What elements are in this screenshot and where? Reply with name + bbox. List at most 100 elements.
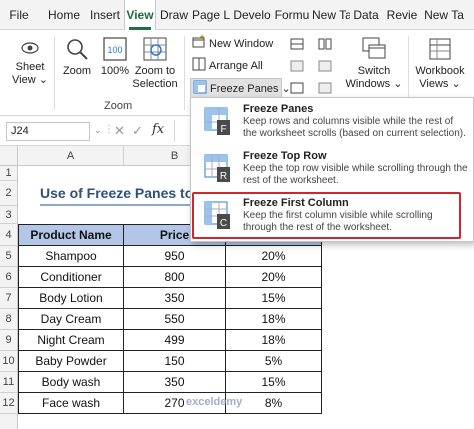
select-all-corner[interactable]: [0, 146, 18, 166]
row-header[interactable]: 9: [0, 330, 18, 351]
name-box[interactable]: J24: [6, 122, 90, 141]
discount-cell[interactable]: 15%: [226, 288, 322, 309]
highlight-box: [192, 192, 461, 239]
product-name-cell[interactable]: Night Cream: [18, 330, 124, 351]
menu-item-freeze-top-row[interactable]: R Freeze Top Row Keep the top row visibl…: [191, 147, 473, 191]
zoom-100-button[interactable]: 100 100%: [100, 36, 130, 78]
price-cell[interactable]: 499: [124, 330, 226, 351]
tab-draw[interactable]: Draw: [158, 0, 190, 30]
row-header[interactable]: 6: [0, 267, 18, 288]
switch-windows-button[interactable]: Switch Windows ⌄: [344, 36, 404, 91]
discount-cell[interactable]: 5%: [226, 351, 322, 372]
discount-cell[interactable]: 15%: [226, 372, 322, 393]
column-header-a[interactable]: A: [18, 146, 124, 166]
product-name-cell[interactable]: Body wash: [18, 372, 124, 393]
workbook-views-icon: [429, 38, 451, 60]
zoom-group-label: Zoom: [104, 100, 133, 112]
zoom-selection-label-2: Selection: [132, 78, 178, 90]
freeze-top-row-icon: R: [204, 154, 230, 182]
unhide-icon[interactable]: [290, 82, 304, 94]
name-box-dropdown-icon[interactable]: ⌄: [94, 125, 102, 137]
new-window-label: New Window: [209, 38, 274, 50]
row-header[interactable]: 1: [0, 166, 18, 181]
zoom-label: Zoom: [62, 65, 92, 77]
row-header[interactable]: 5: [0, 246, 18, 267]
tab-data[interactable]: Data: [352, 0, 380, 30]
product-name-cell[interactable]: Shampoo: [18, 246, 124, 267]
row-header[interactable]: 7: [0, 288, 18, 309]
tab-page-layout[interactable]: Page L: [192, 0, 230, 30]
hide-icon[interactable]: [290, 60, 304, 72]
arrange-all-button[interactable]: Arrange All: [192, 56, 263, 76]
freeze-panes-icon: [193, 80, 207, 94]
eye-icon: [21, 42, 39, 54]
tab-new-tab-1[interactable]: New Ta: [312, 0, 350, 30]
watermark-logo: exceldemy: [186, 396, 243, 408]
reset-window-position-icon[interactable]: [318, 82, 332, 94]
freeze-panes-title: Freeze Panes: [243, 103, 314, 115]
tab-insert[interactable]: Insert: [86, 0, 124, 30]
row-header[interactable]: 11: [0, 372, 18, 393]
workbook-views-label-1: Workbook: [415, 65, 465, 77]
discount-cell[interactable]: 18%: [226, 330, 322, 351]
tab-new-tab-2[interactable]: New Ta: [424, 0, 464, 30]
divider: [54, 36, 55, 110]
row-header[interactable]: 12: [0, 393, 18, 414]
svg-text:100: 100: [107, 45, 122, 55]
price-cell[interactable]: 950: [124, 246, 226, 267]
discount-cell[interactable]: 20%: [226, 246, 322, 267]
enter-icon[interactable]: ✓: [132, 123, 143, 139]
product-name-cell[interactable]: Baby Powder: [18, 351, 124, 372]
price-cell[interactable]: 350: [124, 372, 226, 393]
row-header[interactable]: 3: [0, 206, 18, 224]
sheet-title[interactable]: Use of Freeze Panes to: [40, 181, 193, 206]
discount-cell[interactable]: 18%: [226, 309, 322, 330]
fx-icon[interactable]: fx: [152, 122, 164, 137]
row-header[interactable]: 10: [0, 351, 18, 372]
tab-file[interactable]: File: [0, 0, 38, 30]
product-name-cell[interactable]: Body Lotion: [18, 288, 124, 309]
sheet-view-label-2: View ⌄: [12, 74, 48, 86]
freeze-panes-button[interactable]: Freeze Panes ⌄: [190, 78, 291, 98]
svg-text:F: F: [220, 124, 226, 135]
switch-windows-label-2: Windows ⌄: [345, 78, 403, 90]
zoom-to-selection-button[interactable]: Zoom to Selection: [132, 36, 178, 91]
switch-windows-icon: [362, 37, 386, 59]
new-window-button[interactable]: New Window: [192, 34, 273, 54]
row-header[interactable]: [0, 414, 18, 429]
menu-bar: File Home Insert View Draw Page L Develo…: [0, 0, 474, 30]
price-cell[interactable]: 800: [124, 267, 226, 288]
table-header-product-name[interactable]: Product Name: [18, 224, 124, 246]
discount-cell[interactable]: 20%: [226, 267, 322, 288]
sheet-view-button[interactable]: Sheet View ⌄: [8, 38, 52, 87]
arrange-all-label: Arrange All: [209, 60, 263, 72]
tab-review[interactable]: Revie: [384, 0, 420, 30]
tab-developer[interactable]: Develo: [232, 0, 272, 30]
row-header[interactable]: 2: [0, 181, 18, 206]
view-side-by-side-icon[interactable]: [318, 38, 332, 50]
product-name-cell[interactable]: Day Cream: [18, 309, 124, 330]
divider: [184, 36, 185, 110]
arrange-all-icon: [192, 57, 206, 71]
magnifier-icon: [67, 39, 88, 60]
tab-view[interactable]: View: [124, 0, 156, 30]
row-header[interactable]: 4: [0, 224, 18, 246]
sheet-view-label-1: Sheet: [15, 61, 45, 73]
synchronous-scrolling-icon[interactable]: [318, 60, 332, 72]
cancel-icon[interactable]: ✕: [114, 123, 125, 139]
row-header[interactable]: 8: [0, 309, 18, 330]
zoom-button[interactable]: Zoom: [60, 36, 94, 78]
split-icon[interactable]: [290, 38, 304, 50]
zoom-100-label: 100%: [100, 65, 130, 77]
tab-home[interactable]: Home: [46, 0, 82, 30]
price-cell[interactable]: 550: [124, 309, 226, 330]
product-name-cell[interactable]: Conditioner: [18, 267, 124, 288]
price-cell[interactable]: 150: [124, 351, 226, 372]
workbook-views-label-2: Views ⌄: [419, 78, 461, 90]
tab-formulas[interactable]: Formu: [274, 0, 310, 30]
menu-item-freeze-panes[interactable]: F Freeze Panes Keep rows and columns vis…: [191, 100, 473, 144]
product-name-cell[interactable]: Face wash: [18, 393, 124, 414]
workbook-views-button[interactable]: Workbook Views ⌄: [412, 36, 468, 91]
price-cell[interactable]: 350: [124, 288, 226, 309]
formula-input[interactable]: [174, 120, 190, 142]
